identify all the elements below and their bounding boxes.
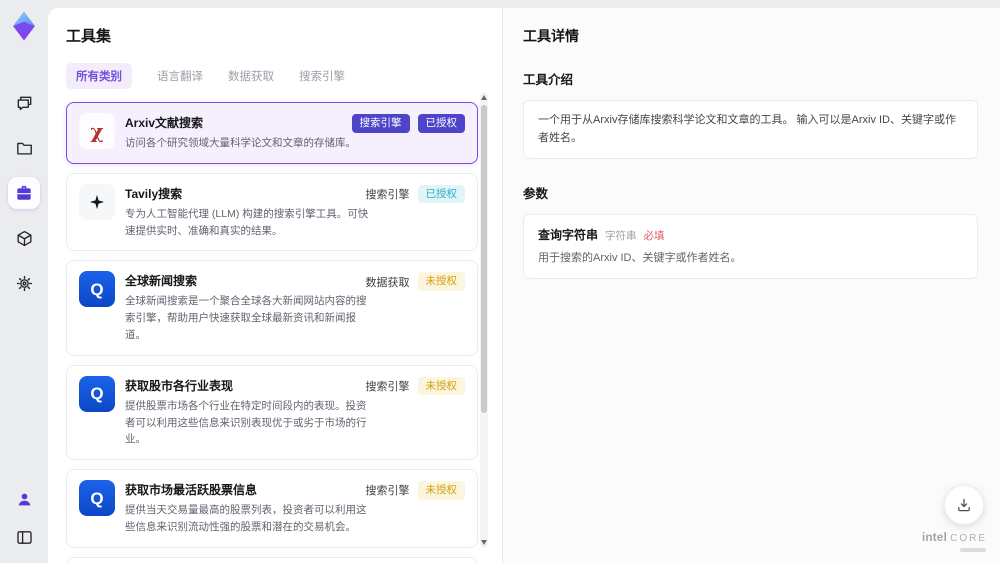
tab-all[interactable]: 所有类别 <box>66 63 132 89</box>
tool-name: Tavily搜索 <box>125 186 183 201</box>
tool-tags: 搜索引擎 已授权 <box>365 184 465 204</box>
category-label: 搜索引擎 <box>365 189 410 202</box>
auth-badge: 未授权 <box>417 272 465 291</box>
sidebar-nav <box>8 87 40 299</box>
params-section-title: 参数 <box>523 187 549 202</box>
list-scrollbar[interactable] <box>480 92 488 548</box>
auth-badge: 已授权 <box>417 114 465 133</box>
tool-card-arxiv[interactable]: χ Arxiv文献搜索访问各个研究领域大量科学论文和文章的存储库。 搜索引擎 已授权 <box>66 102 478 164</box>
intro-box: 一个用于从Arxiv存储库搜索科学论文和文章的工具。 输入可以是Arxiv ID… <box>523 100 978 160</box>
q-app-icon: Q <box>79 375 115 412</box>
sidebar-bottom <box>8 483 40 553</box>
category-label: 搜索引擎 <box>365 381 410 394</box>
tab-translate[interactable]: 语言翻译 <box>157 68 203 84</box>
intel-core-logo: intel CORE <box>922 529 987 552</box>
tool-name: Arxiv文献搜索 <box>125 116 204 130</box>
tool-list: χ Arxiv文献搜索 访问各个研究领域大量科学论文和文章的存储库。 搜索引擎 已授权 T… <box>66 102 478 563</box>
category-label: 搜索引擎 <box>365 485 410 498</box>
param-box: 查询字符串 字符串 必填 用于搜索的Arxiv ID、关键字或作者姓名。 <box>523 214 978 279</box>
scroll-down-icon[interactable] <box>481 540 487 545</box>
core-brand-text: CORE <box>950 533 987 544</box>
logo-diamond-icon <box>13 11 35 41</box>
q-app-icon: Q <box>79 271 115 308</box>
category-badge: 搜索引擎 <box>351 114 410 133</box>
sparkle-icon <box>79 183 115 220</box>
param-desc: 用于搜索的Arxiv ID、关键字或作者姓名。 <box>538 252 742 265</box>
tool-desc: 全球新闻搜索是一个聚合全球各大新闻网站内容的搜索引擎，帮助用户快速获取全球最新资… <box>125 295 367 341</box>
tool-tags: 搜索引擎 已授权 <box>351 114 465 133</box>
tool-desc: 提供股票市场各个行业在特定时间段内的表现。投资者可以利用这些信息来识别表现优于或… <box>125 399 367 446</box>
tool-tags: 数据获取 未授权 <box>365 272 465 291</box>
tool-list-panel: 工具集 所有类别 语言翻译 数据获取 搜索引擎 χ Arxiv文献搜索 访问各个研究领域大… <box>48 8 502 563</box>
tab-data[interactable]: 数据获取 <box>228 68 274 84</box>
param-required-badge: 必填 <box>643 230 665 243</box>
sidebar-item-settings[interactable] <box>8 267 40 299</box>
tool-name: 全球新闻搜索 <box>125 274 198 289</box>
tool-card-tavily[interactable]: Tavily搜索专为人工智能代理 (LLM) 构建的搜索引擎工具。可快速提供实时… <box>66 172 478 252</box>
folder-icon <box>15 139 34 158</box>
download-icon <box>958 498 970 512</box>
tool-card-global-news[interactable]: Q 全球新闻搜索全球新闻搜索是一个聚合全球各大新闻网站内容的搜索引擎，帮助用户快速… <box>66 260 478 356</box>
tool-card-sector-performance[interactable]: Q 获取股市各行业表现提供股票市场各个行业在特定时间段内的表现。投资者可以利用这些… <box>66 364 478 461</box>
settings-gear-icon <box>15 274 34 293</box>
sidebar <box>0 0 48 563</box>
tool-name: 获取市场最活跃股票信息 <box>125 483 258 498</box>
tab-search[interactable]: 搜索引擎 <box>299 68 345 84</box>
tool-detail-panel: 工具详情 工具介绍 一个用于从Arxiv存储库搜索科学论文和文章的工具。 输入可… <box>502 8 1000 563</box>
download-button[interactable] <box>944 485 984 525</box>
category-label: 数据获取 <box>365 276 410 289</box>
sidebar-item-folder[interactable] <box>8 132 40 164</box>
chat-icon <box>15 94 34 113</box>
tool-card-region-news[interactable]: 万维地区新闻查询查询具体行政区划内的新闻，快速了解各地新闻动搜索引擎未授权 <box>66 556 478 563</box>
app-logo[interactable] <box>8 9 40 43</box>
auth-badge: 已授权 <box>417 184 465 204</box>
toolbox-icon <box>14 183 34 203</box>
tool-card-active-stocks[interactable]: Q 获取市场最活跃股票信息提供当天交易量最高的股票列表，投资者可以利用这些信息来识… <box>66 469 478 548</box>
page-title: 工具集 <box>66 28 112 45</box>
sidebar-item-tools[interactable] <box>8 177 40 209</box>
auth-badge: 未授权 <box>417 481 465 500</box>
param-type: 字符串 <box>605 230 637 243</box>
category-tabs: 所有类别 语言翻译 数据获取 搜索引擎 <box>66 63 502 89</box>
user-icon <box>15 490 34 509</box>
sidebar-item-plugins[interactable] <box>8 222 40 254</box>
cube-icon <box>15 229 34 248</box>
tool-name: 获取股市各行业表现 <box>125 378 234 393</box>
sidebar-item-chat[interactable] <box>8 87 40 119</box>
tool-desc: 访问各个研究领域大量科学论文和文章的存储库。 <box>125 137 356 149</box>
param-name: 查询字符串 <box>538 228 599 243</box>
arxiv-chi-icon: χ <box>79 113 115 149</box>
sidebar-item-collapse[interactable] <box>8 521 40 553</box>
intro-text: 一个用于从Arxiv存储库搜索科学论文和文章的工具。 输入可以是Arxiv ID… <box>538 114 956 144</box>
scroll-up-icon[interactable] <box>481 95 487 100</box>
param-head: 查询字符串 字符串 必填 <box>538 226 963 243</box>
sidebar-item-profile[interactable] <box>8 483 40 515</box>
panel-icon <box>15 528 34 547</box>
tool-desc: 专为人工智能代理 (LLM) 构建的搜索引擎工具。可快速提供实时、准确和真实的结… <box>125 207 369 237</box>
intro-section-title: 工具介绍 <box>523 73 574 87</box>
main-content: 工具集 所有类别 语言翻译 数据获取 搜索引擎 χ Arxiv文献搜索 访问各个研究领域大… <box>48 8 1000 563</box>
auth-badge: 未授权 <box>417 376 465 396</box>
tool-tags: 搜索引擎 未授权 <box>365 481 465 500</box>
scrollbar-thumb[interactable] <box>481 105 487 413</box>
tool-tags: 搜索引擎 未授权 <box>365 376 465 396</box>
detail-title: 工具详情 <box>523 28 579 44</box>
tool-desc: 提供当天交易量最高的股票列表，投资者可以利用这些信息来识别流动性强的股票和潜在的… <box>125 504 367 533</box>
q-app-icon: Q <box>79 480 115 517</box>
intel-brand-text: intel <box>921 532 948 544</box>
intel-sub-mark <box>960 548 986 552</box>
